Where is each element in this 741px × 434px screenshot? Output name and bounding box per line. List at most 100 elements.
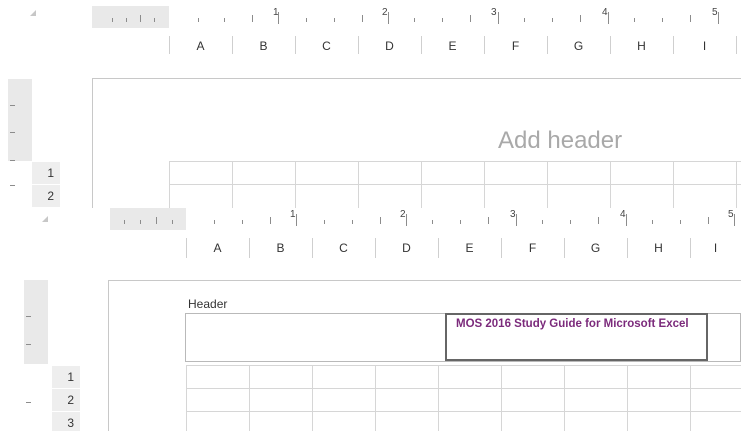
ruler-tick bbox=[112, 18, 113, 22]
gridline bbox=[295, 161, 296, 208]
ruler-tick bbox=[156, 217, 157, 224]
gridline bbox=[169, 161, 170, 208]
ruler-number: 5 bbox=[728, 209, 734, 220]
ruler-major-tick bbox=[406, 214, 407, 226]
gridline bbox=[438, 365, 439, 431]
ruler-tick bbox=[172, 220, 173, 224]
column-header-b[interactable]: B bbox=[232, 39, 295, 53]
page-edge bbox=[108, 280, 741, 281]
column-header-f[interactable]: F bbox=[501, 241, 564, 255]
gridline bbox=[186, 411, 741, 412]
vertical-ruler-tick bbox=[10, 105, 15, 106]
gridline bbox=[169, 161, 741, 162]
column-header-h[interactable]: H bbox=[627, 241, 690, 255]
column-separator bbox=[736, 36, 737, 54]
top-vertical-ruler bbox=[8, 79, 32, 161]
ruler-tick bbox=[198, 18, 199, 22]
ruler-tick bbox=[460, 220, 461, 224]
gridline bbox=[547, 161, 548, 208]
header-label: Header bbox=[188, 297, 228, 311]
ruler-tick bbox=[690, 15, 691, 22]
row-header-1[interactable]: 1 bbox=[32, 162, 60, 184]
gridline bbox=[375, 365, 376, 431]
column-header-h[interactable]: H bbox=[610, 39, 673, 53]
ruler-margin-area bbox=[110, 208, 186, 230]
row-header-1[interactable]: 1 bbox=[52, 366, 80, 388]
page-edge bbox=[92, 78, 93, 208]
bottom-vertical-ruler bbox=[24, 280, 48, 364]
column-header-c[interactable]: C bbox=[295, 39, 358, 53]
gridline bbox=[627, 365, 628, 431]
gridline bbox=[421, 161, 422, 208]
add-header-placeholder[interactable]: Add header bbox=[498, 127, 622, 155]
gridline bbox=[358, 161, 359, 208]
gridline bbox=[312, 365, 313, 431]
ruler-tick bbox=[662, 18, 663, 22]
column-header-g[interactable]: G bbox=[564, 241, 627, 255]
ruler-tick bbox=[140, 15, 141, 22]
gridline bbox=[610, 161, 611, 208]
column-header-c[interactable]: C bbox=[312, 241, 375, 255]
ruler-tick bbox=[552, 18, 553, 22]
column-header-b[interactable]: B bbox=[249, 241, 312, 255]
ruler-tick bbox=[306, 18, 307, 22]
ruler-major-tick bbox=[608, 12, 609, 24]
ruler-major-tick bbox=[388, 12, 389, 24]
vertical-ruler-tick bbox=[26, 344, 31, 345]
ruler-major-tick bbox=[296, 214, 297, 226]
column-header-a[interactable]: A bbox=[186, 241, 249, 255]
ruler-major-tick bbox=[718, 12, 719, 24]
select-all-corner[interactable] bbox=[30, 10, 36, 16]
gridline bbox=[186, 365, 741, 366]
ruler-tick bbox=[470, 15, 471, 22]
column-header-e[interactable]: E bbox=[438, 241, 501, 255]
ruler-tick bbox=[432, 220, 433, 224]
gridline bbox=[249, 365, 250, 431]
column-header-f[interactable]: F bbox=[484, 39, 547, 53]
ruler-tick bbox=[214, 220, 215, 224]
ruler-tick bbox=[708, 217, 709, 224]
gridline bbox=[169, 184, 741, 185]
column-header-i[interactable]: I bbox=[673, 39, 736, 53]
ruler-number: 2 bbox=[400, 209, 406, 220]
gridline bbox=[484, 161, 485, 208]
ruler-tick bbox=[680, 220, 681, 224]
vertical-ruler-tick bbox=[10, 132, 15, 133]
ruler-tick bbox=[362, 15, 363, 22]
ruler-major-tick bbox=[498, 12, 499, 24]
ruler-tick bbox=[414, 18, 415, 22]
ruler-tick bbox=[270, 217, 271, 224]
column-header-d[interactable]: D bbox=[358, 39, 421, 53]
column-header-a[interactable]: A bbox=[169, 39, 232, 53]
column-header-e[interactable]: E bbox=[421, 39, 484, 53]
ruler-tick bbox=[224, 18, 225, 22]
ruler-number: 5 bbox=[712, 7, 718, 18]
ruler-tick bbox=[652, 220, 653, 224]
ruler-number: 4 bbox=[620, 209, 626, 220]
page-edge bbox=[108, 280, 109, 431]
column-header-i[interactable]: I bbox=[690, 241, 741, 255]
gridline bbox=[186, 365, 187, 431]
column-header-g[interactable]: G bbox=[547, 39, 610, 53]
row-header-2[interactable]: 2 bbox=[52, 389, 80, 411]
vertical-ruler-tick bbox=[10, 185, 15, 186]
gridline bbox=[564, 365, 565, 431]
ruler-number: 1 bbox=[273, 7, 279, 18]
ruler-margin-area bbox=[92, 6, 169, 28]
ruler-tick bbox=[634, 18, 635, 22]
page-edge bbox=[92, 78, 741, 79]
ruler-tick bbox=[352, 220, 353, 224]
bottom-horizontal-ruler: 1 2 3 4 5 bbox=[110, 208, 741, 230]
vertical-ruler-tick bbox=[10, 160, 15, 161]
ruler-tick bbox=[124, 220, 125, 224]
ruler-number: 4 bbox=[602, 7, 608, 18]
header-center-section[interactable]: MOS 2016 Study Guide for Microsoft Excel bbox=[445, 313, 708, 361]
row-header-3[interactable]: 3 bbox=[52, 412, 80, 431]
gridline bbox=[673, 161, 674, 208]
select-all-corner[interactable] bbox=[42, 216, 48, 222]
ruler-tick bbox=[570, 220, 571, 224]
row-header-2[interactable]: 2 bbox=[32, 185, 60, 207]
column-header-d[interactable]: D bbox=[375, 241, 438, 255]
ruler-tick bbox=[324, 220, 325, 224]
ruler-tick bbox=[488, 217, 489, 224]
